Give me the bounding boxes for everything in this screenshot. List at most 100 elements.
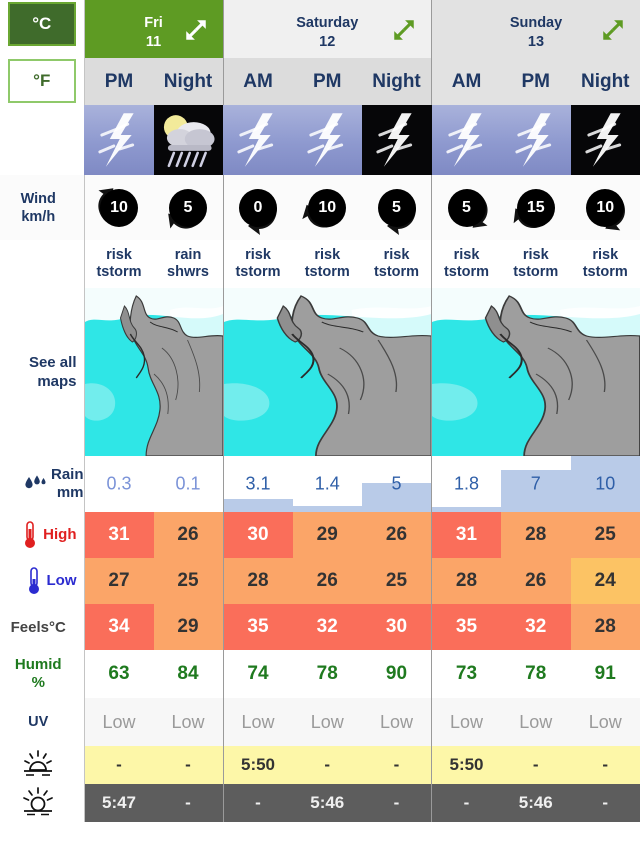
weather-icon-cell [501, 105, 571, 175]
rain-cell: 0.1 [153, 456, 223, 512]
celsius-button[interactable]: °C [7, 2, 76, 46]
weather-icon-cell [570, 105, 640, 175]
risk-line-2: tstorm [235, 264, 281, 280]
sunset-time: 5:46 [292, 784, 362, 822]
risk-text-cell: risk tstorm [362, 240, 432, 288]
rain-label-cell: Rain mm [0, 456, 84, 512]
fahrenheit-button[interactable]: °F [7, 59, 76, 103]
maps-label[interactable]: maps [0, 372, 84, 391]
thermometer-cold-icon [28, 567, 39, 594]
wind-speed-badge: 5 [377, 188, 416, 227]
sunset-time: - [153, 784, 223, 822]
period-pm-day0[interactable]: PM [83, 58, 154, 105]
uv-row: UV Low Low Low Low Low Low Low Low [0, 698, 640, 746]
low-temp-value: 27 [83, 558, 154, 604]
humidity-value: 63 [83, 650, 154, 698]
rain-label: Rain [50, 466, 84, 483]
risk-row: risk tstorm rain shwrs risk tstorm risk tstorm r… [0, 240, 640, 288]
period-row: PM Night AM PM Night AM PM Night [0, 58, 640, 105]
sunset-icon [23, 786, 54, 815]
sunset-label-cell [0, 784, 84, 822]
sunrise-time: - [570, 746, 640, 784]
day-thunderstorm-icon [223, 105, 293, 175]
period-pm-day2[interactable]: PM [501, 58, 571, 105]
high-temp-value: 31 [83, 512, 154, 558]
wind-speed-badge: 0 [239, 188, 277, 227]
wind-label: Wind [20, 190, 56, 207]
high-temp-value: 29 [292, 512, 362, 558]
night-thunderstorm-icon [570, 105, 640, 175]
icon-row-label [0, 105, 84, 175]
wind-speed-badge: 10 [586, 188, 625, 227]
rain-value: 7 [530, 473, 541, 494]
thermometer-hot-icon [25, 521, 36, 548]
sunrise-time: 5:50 [431, 746, 501, 784]
forecast-map-day0[interactable] [83, 288, 223, 456]
rain-value: 1.8 [453, 473, 480, 494]
day-header-sunday[interactable]: Sunday 13 [431, 0, 640, 58]
see-all-maps-cell[interactable]: See all maps [0, 288, 84, 456]
sunrise-time: - [292, 746, 362, 784]
period-pm-day1[interactable]: PM [292, 58, 362, 105]
weather-forecast-panel: °C °F Fri 11 Saturday 12 Sunday 13 PM Ni… [0, 0, 640, 842]
rain-cell: 5 [362, 456, 432, 512]
wind-speed-badge: 10 [100, 188, 138, 227]
high-temp-value: 28 [501, 512, 571, 558]
rain-bar [432, 507, 501, 512]
expand-icon[interactable] [391, 17, 417, 43]
forecast-map-day2[interactable] [431, 288, 640, 456]
expand-icon[interactable] [183, 17, 209, 43]
wind-cell: 5 [153, 175, 223, 240]
period-night-day0[interactable]: Night [153, 58, 223, 105]
risk-line-2: tstorm [513, 264, 559, 280]
risk-line-1: risk [245, 247, 271, 263]
risk-line-2: tstorm [96, 264, 142, 280]
feels-temp-value: 28 [570, 604, 640, 650]
rain-row: Rain mm 0.3 0.1 3.1 1.4 5 1.8 7 10 [0, 456, 640, 512]
risk-text-cell: risk tstorm [501, 240, 571, 288]
day-header-saturday[interactable]: Saturday 12 [222, 0, 432, 58]
humidity-value: 84 [153, 650, 223, 698]
risk-text-cell: risk tstorm [570, 240, 640, 288]
rain-bar [223, 499, 293, 512]
risk-line-2: tstorm [582, 264, 628, 280]
rain-cell: 0.3 [83, 456, 154, 512]
wind-cell: 10 [292, 175, 362, 240]
uv-label: UV [28, 714, 49, 730]
feels-temp-value: 32 [501, 604, 571, 650]
low-temp-value: 28 [222, 558, 293, 604]
day-thunderstorm-icon [84, 105, 154, 175]
wind-cell: 15 [501, 175, 571, 240]
high-label: High [43, 526, 77, 543]
night-rain-icon [153, 105, 223, 175]
day-header-fri[interactable]: Fri 11 [83, 0, 223, 58]
see-all-label[interactable]: See all [0, 353, 84, 372]
sunrise-time: - [153, 746, 223, 784]
risk-line-1: rain [174, 247, 202, 263]
period-am-day2[interactable]: AM [431, 58, 501, 105]
uv-label-cell: UV [0, 698, 84, 746]
expand-icon[interactable] [600, 17, 626, 43]
feels-temp-value: 29 [153, 604, 223, 650]
uv-value: Low [362, 698, 432, 746]
risk-line-1: risk [453, 247, 480, 263]
low-temp-value: 25 [362, 558, 432, 604]
period-night-day1[interactable]: Night [362, 58, 432, 105]
weather-icon-cell [153, 105, 223, 175]
forecast-map-day1[interactable] [222, 288, 432, 456]
risk-text-cell: rain shwrs [153, 240, 223, 288]
feels-temp-value: 32 [292, 604, 362, 650]
risk-line-1: risk [106, 247, 132, 263]
feels-like-row: Feels°C 34 29 35 32 30 35 32 28 [0, 604, 640, 650]
sunset-time: - [222, 784, 293, 822]
humidity-row: Humid % 63 84 74 78 90 73 78 91 [0, 650, 640, 698]
period-am-day1[interactable]: AM [222, 58, 293, 105]
risk-text-cell: risk tstorm [222, 240, 293, 288]
humidity-value: 78 [501, 650, 571, 698]
period-night-day2[interactable]: Night [570, 58, 640, 105]
day-thunderstorm-icon [431, 105, 501, 175]
rain-value: 0.3 [106, 473, 132, 494]
uv-value: Low [431, 698, 501, 746]
humidity-label-cell: Humid % [0, 650, 84, 698]
map-row: See all maps [0, 288, 640, 456]
